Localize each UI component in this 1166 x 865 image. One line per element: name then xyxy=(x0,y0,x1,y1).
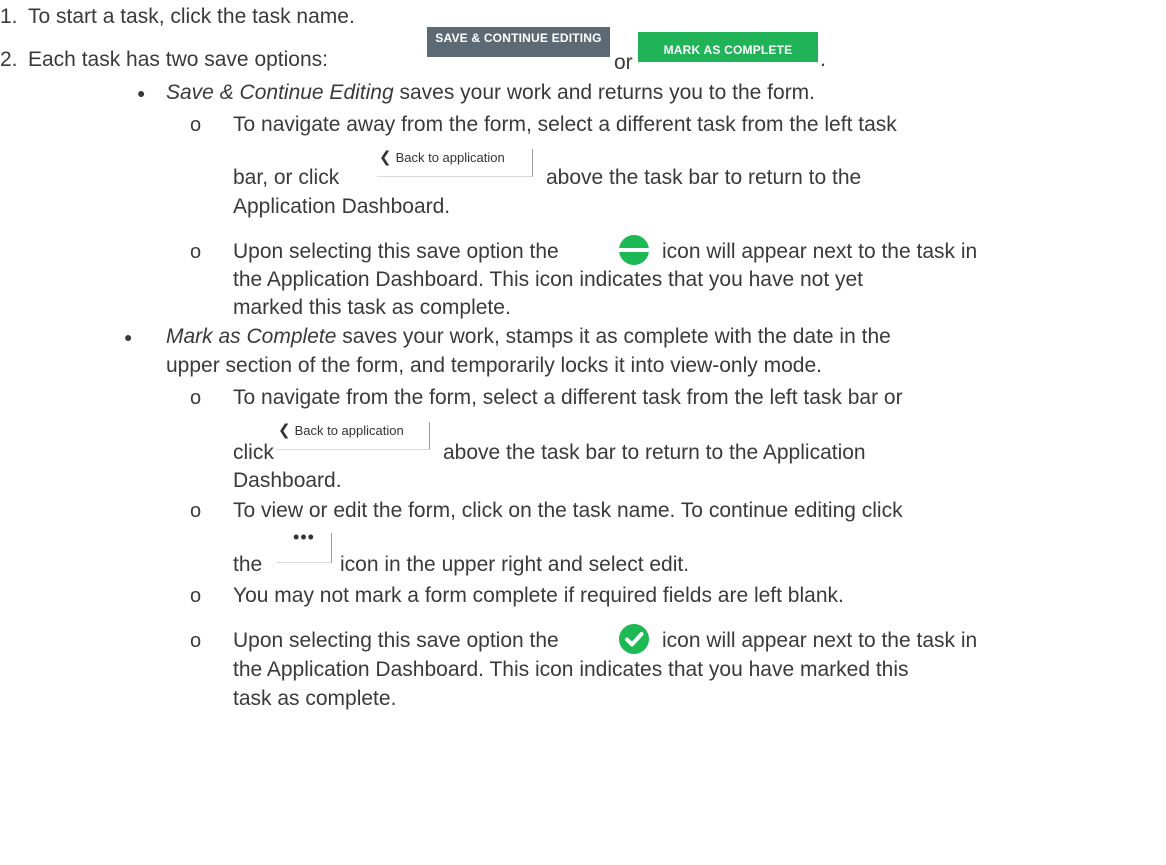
bullet-marker: ● xyxy=(137,85,146,101)
bullet-save-title: Save & Continue Editing xyxy=(166,81,394,104)
bullet-complete-line1: Mark as Complete saves your work, stamps… xyxy=(166,324,891,350)
complete-sub4-line2: the Application Dashboard. This icon ind… xyxy=(233,658,909,681)
save-continue-editing-button: SAVE & CONTINUE EDITING xyxy=(427,27,610,57)
complete-sub1-line3: Dashboard. xyxy=(233,469,342,492)
complete-sub4-line1-before: Upon selecting this save option the xyxy=(233,629,559,652)
back-to-application-button: ❮ Back to application xyxy=(377,149,533,177)
step-2-text: Each task has two save options: xyxy=(28,48,328,71)
back-to-application-button: ❮ Back to application xyxy=(276,422,430,450)
more-dots-icon: ••• xyxy=(293,527,315,547)
bullet-save-line: Save & Continue Editing saves your work … xyxy=(166,80,815,106)
circle-marker: o xyxy=(190,500,202,522)
circle-marker: o xyxy=(190,241,202,263)
save-sub1-line2-before: bar, or click xyxy=(233,166,340,189)
bullet-complete-line2: upper section of the form, and temporari… xyxy=(166,354,822,377)
save-sub2-line1-after: icon will appear next to the task in xyxy=(662,240,978,263)
step-1-text: To start a task, click the task name. xyxy=(28,5,355,28)
partially-complete-icon xyxy=(619,235,649,265)
back-to-application-label: Back to application xyxy=(395,150,505,165)
step-2-period: . xyxy=(820,48,826,71)
bullet-complete-text: saves your work, stamps it as complete w… xyxy=(336,325,891,348)
complete-sub1-line2-after: above the task bar to return to the Appl… xyxy=(443,441,866,464)
complete-sub1-line1: To navigate from the form, select a diff… xyxy=(233,386,903,409)
chevron-left-icon: ❮ xyxy=(278,422,291,439)
bullet-marker: ● xyxy=(124,329,133,345)
complete-sub2-line2-before: the xyxy=(233,553,263,576)
complete-sub2-line1: To view or edit the form, click on the t… xyxy=(233,499,903,522)
complete-sub3-line1: You may not mark a form complete if requ… xyxy=(233,584,844,607)
save-sub2-line1-before: Upon selecting this save option the xyxy=(233,240,559,263)
save-sub1-line2-after: above the task bar to return to the xyxy=(546,166,862,189)
circle-marker: o xyxy=(190,387,202,409)
complete-sub4-line3: task as complete. xyxy=(233,687,397,710)
save-sub2-line3: marked this task as complete. xyxy=(233,296,511,319)
step-2-number: 2. xyxy=(0,48,18,71)
complete-sub2-line2-after: icon in the upper right and select edit. xyxy=(340,553,690,576)
more-options-button: ••• xyxy=(277,528,332,563)
mark-as-complete-button: MARK AS COMPLETE xyxy=(638,32,818,62)
circle-marker: o xyxy=(190,114,202,136)
step-1-number: 1. xyxy=(0,5,18,28)
chevron-left-icon: ❮ xyxy=(379,149,392,166)
bullet-complete-title: Mark as Complete xyxy=(166,325,337,348)
save-sub1-line3: Application Dashboard. xyxy=(233,195,451,218)
save-sub1-line1: To navigate away from the form, select a… xyxy=(233,113,897,136)
save-sub2-line2: the Application Dashboard. This icon ind… xyxy=(233,268,864,291)
complete-check-icon xyxy=(619,624,649,654)
complete-sub1-line2-before: click xyxy=(233,441,274,464)
complete-sub4-line1-after: icon will appear next to the task in xyxy=(662,629,978,652)
back-to-application-label: Back to application xyxy=(294,423,404,438)
or-text: or xyxy=(614,51,633,74)
circle-marker: o xyxy=(190,630,202,652)
bullet-save-text: saves your work and returns you to the f… xyxy=(393,81,816,104)
circle-marker: o xyxy=(190,585,202,607)
